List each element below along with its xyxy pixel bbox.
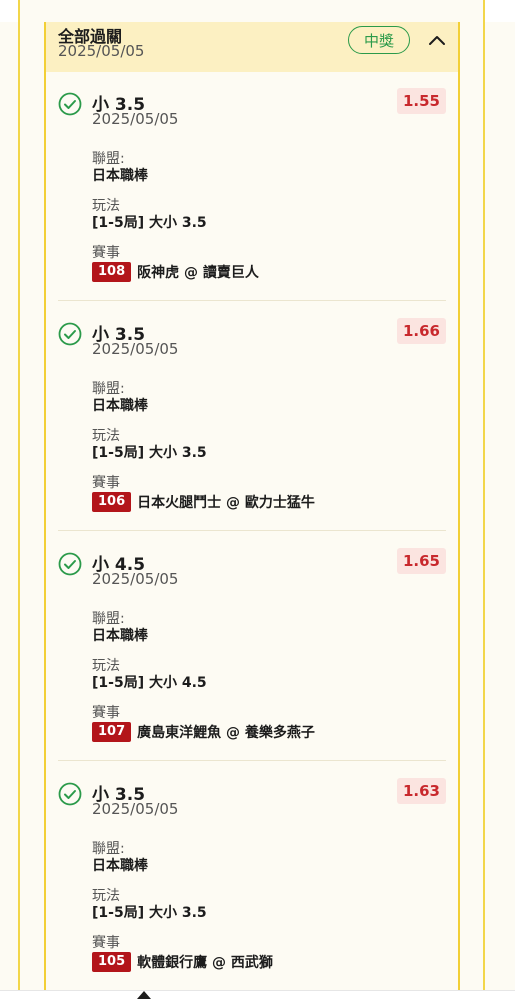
check-circle-icon <box>58 92 82 116</box>
home-icon[interactable] <box>136 990 152 1000</box>
event-label: 賽事 <box>92 935 120 951</box>
event-row: 106 日本火腿鬥士 @ 歐力士猛牛 <box>92 492 315 512</box>
bet-item: 小 3.5 2025/05/05 1.66 聯盟: 日本職棒 玩法 [1-5局]… <box>46 302 458 532</box>
league-value: 日本職棒 <box>92 398 148 414</box>
bet-date: 2025/05/05 <box>92 570 179 588</box>
bet-date: 2025/05/05 <box>92 800 179 818</box>
bet-item: 小 3.5 2025/05/05 1.63 聯盟: 日本職棒 玩法 [1-5局]… <box>46 762 458 990</box>
event-name: 日本火腿鬥士 @ 歐力士猛牛 <box>137 495 315 511</box>
chevron-up-icon <box>429 36 445 45</box>
market-value: [1-5局] 大小 4.5 <box>92 675 207 691</box>
event-label: 賽事 <box>92 705 120 721</box>
check-circle-icon <box>58 552 82 576</box>
parlay-group-header[interactable]: 全部過關 2025/05/05 中獎 <box>46 22 458 72</box>
event-label: 賽事 <box>92 245 120 261</box>
check-circle-icon <box>58 782 82 806</box>
event-row: 107 廣島東洋鯉魚 @ 養樂多燕子 <box>92 722 315 742</box>
league-value: 日本職棒 <box>92 168 148 184</box>
event-name: 阪神虎 @ 讀賣巨人 <box>137 265 259 281</box>
collapse-button[interactable] <box>422 26 452 54</box>
event-row: 105 軟體銀行鷹 @ 西武獅 <box>92 952 273 972</box>
divider <box>58 760 446 761</box>
league-value: 日本職棒 <box>92 628 148 644</box>
event-name: 廣島東洋鯉魚 @ 養樂多燕子 <box>137 725 315 741</box>
market-value: [1-5局] 大小 3.5 <box>92 905 207 921</box>
divider <box>58 530 446 531</box>
event-number-badge: 105 <box>92 952 132 972</box>
odds-badge: 1.65 <box>396 548 446 574</box>
event-number-badge: 107 <box>92 722 132 742</box>
league-value: 日本職棒 <box>92 858 148 874</box>
bet-date: 2025/05/05 <box>92 340 179 358</box>
parlay-group: 全部過關 2025/05/05 中獎 小 3.5 2025/05/05 1.55… <box>44 22 460 990</box>
event-row: 108 阪神虎 @ 讀賣巨人 <box>92 262 259 282</box>
odds-badge: 1.66 <box>396 318 446 344</box>
event-number-badge: 106 <box>92 492 132 512</box>
check-circle-icon <box>58 322 82 346</box>
market-value: [1-5局] 大小 3.5 <box>92 445 207 461</box>
odds-badge: 1.55 <box>396 88 446 114</box>
bet-date: 2025/05/05 <box>92 110 179 128</box>
bet-item: 小 4.5 2025/05/05 1.65 聯盟: 日本職棒 玩法 [1-5局]… <box>46 532 458 762</box>
event-label: 賽事 <box>92 475 120 491</box>
bottom-nav-bar <box>0 990 515 1001</box>
event-number-badge: 108 <box>92 262 132 282</box>
win-status-badge: 中獎 <box>348 26 410 54</box>
event-name: 軟體銀行鷹 @ 西武獅 <box>137 955 273 971</box>
market-value: [1-5局] 大小 3.5 <box>92 215 207 231</box>
bet-item: 小 3.5 2025/05/05 1.55 聯盟: 日本職棒 玩法 [1-5局]… <box>46 72 458 302</box>
odds-badge: 1.63 <box>396 778 446 804</box>
parlay-date: 2025/05/05 <box>58 42 145 60</box>
divider <box>58 300 446 301</box>
